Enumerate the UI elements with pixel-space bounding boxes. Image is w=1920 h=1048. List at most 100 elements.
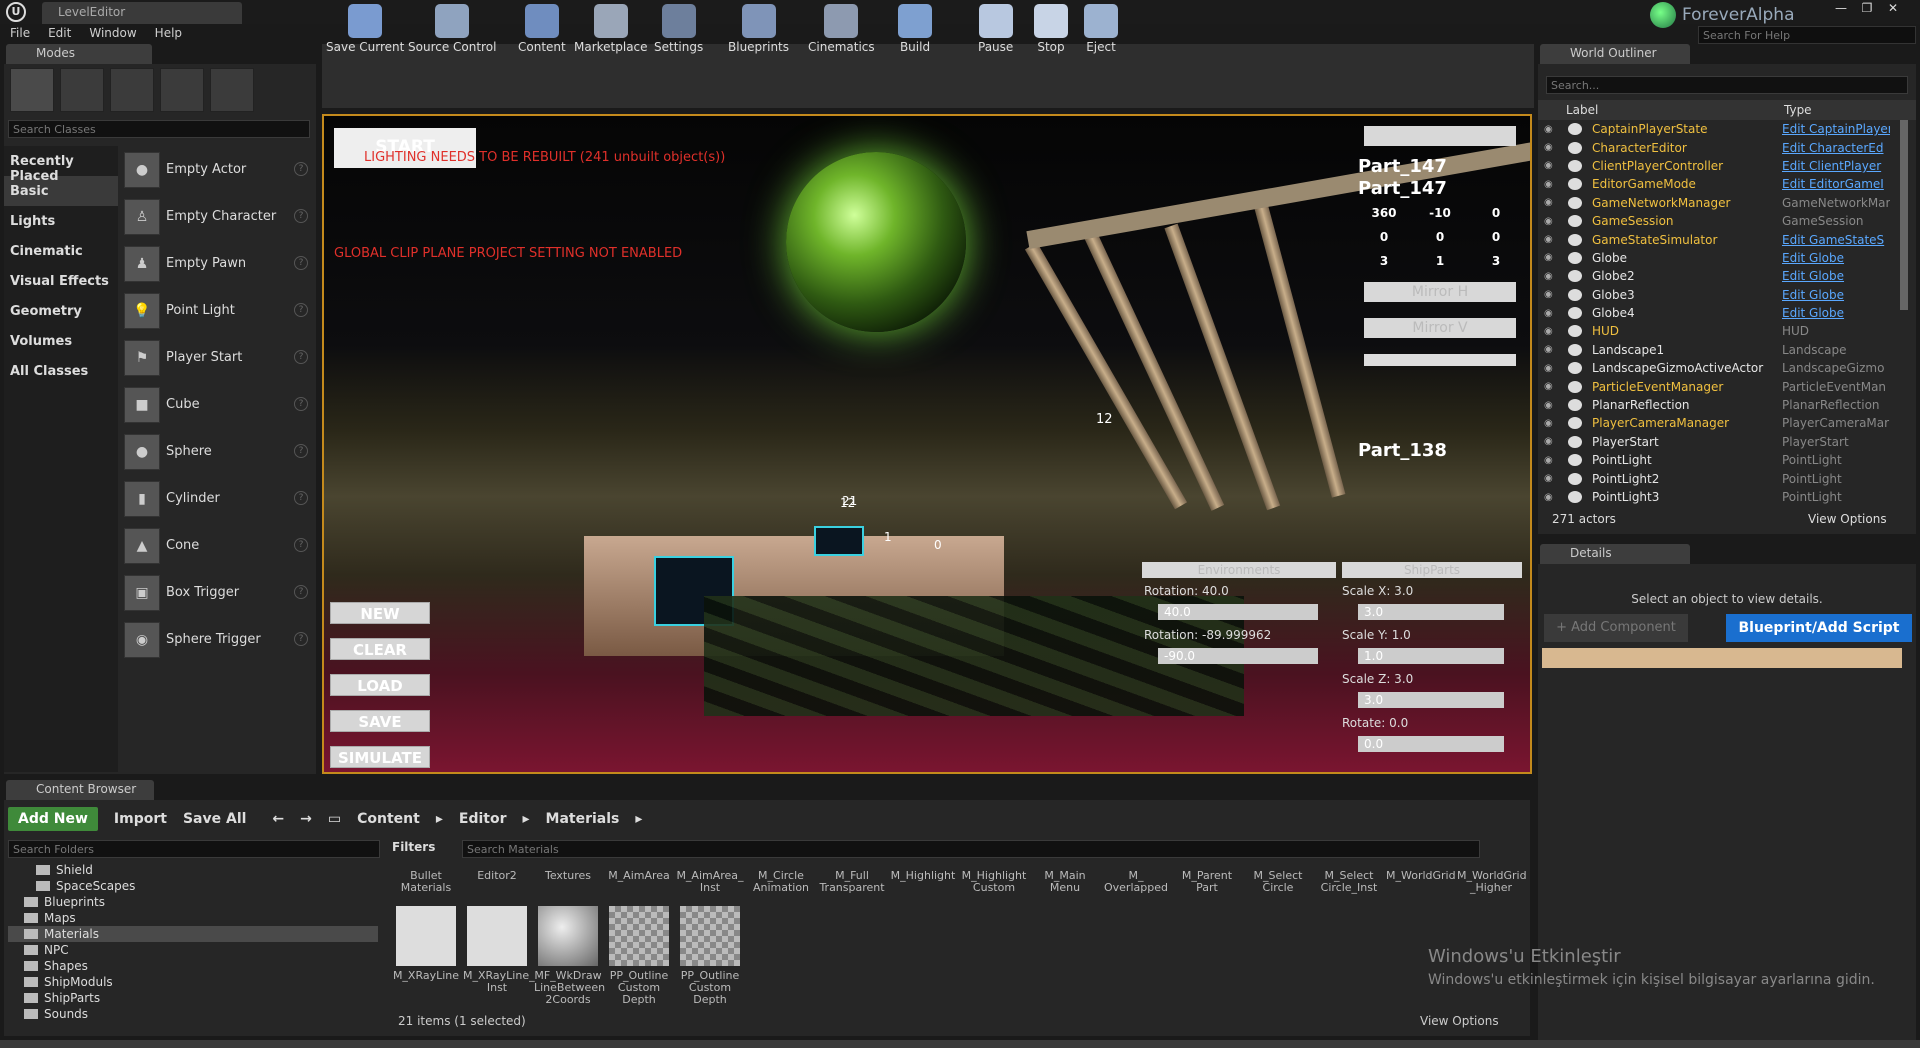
asset-label[interactable]: Editor2 xyxy=(463,870,531,882)
help-icon[interactable]: ? xyxy=(294,444,308,458)
outliner-row[interactable]: ◉ PointLight PointLight xyxy=(1538,451,1898,469)
asset-thumbnail[interactable] xyxy=(467,906,527,966)
load-button[interactable]: LOAD xyxy=(330,674,430,696)
label-column-header[interactable]: Label xyxy=(1538,100,1784,120)
cinematics-button[interactable]: Cinematics xyxy=(808,4,875,62)
actor-item[interactable]: ● Empty Actor? xyxy=(124,146,314,193)
outliner-search-input[interactable]: Search... xyxy=(1546,76,1908,94)
outliner-row-type[interactable]: Edit ClientPlayer xyxy=(1782,159,1890,173)
eye-icon[interactable]: ◉ xyxy=(1544,252,1560,263)
asset-thumbnail[interactable] xyxy=(538,906,598,966)
marketplace-button[interactable]: Marketplace xyxy=(574,4,648,62)
document-tab[interactable]: LevelEditor xyxy=(42,2,242,24)
help-icon[interactable]: ? xyxy=(294,585,308,599)
search-classes-input[interactable]: Search Classes xyxy=(8,120,310,138)
asset-thumbnail[interactable] xyxy=(680,906,740,966)
outliner-row[interactable]: ◉ ParticleEventManager ParticleEventMan xyxy=(1538,377,1898,395)
category-cinematic[interactable]: Cinematic xyxy=(4,236,118,266)
search-folders-input[interactable]: Search Folders xyxy=(8,840,380,858)
folder-item[interactable]: Shapes xyxy=(8,958,378,974)
outliner-row[interactable]: ◉ GameStateSimulator Edit GameStateS xyxy=(1538,230,1898,248)
outliner-row-type[interactable]: Edit CharacterEd xyxy=(1782,141,1890,155)
save-all-button[interactable]: Save All xyxy=(183,811,246,827)
rotate-field[interactable]: 0.0 xyxy=(1358,736,1504,752)
eye-icon[interactable]: ◉ xyxy=(1544,418,1560,429)
category-lights[interactable]: Lights xyxy=(4,206,118,236)
asset-label[interactable]: M_Full Transparent xyxy=(818,870,886,894)
dropdown[interactable] xyxy=(1364,354,1516,366)
asset-label[interactable]: M_AimArea_ Inst xyxy=(676,870,744,894)
environments-tab[interactable]: Environments xyxy=(1142,562,1336,578)
blueprints-button[interactable]: Blueprints xyxy=(728,4,789,62)
eye-icon[interactable]: ◉ xyxy=(1544,234,1560,245)
level-viewport[interactable]: START LIGHTING NEEDS TO BE REBUILT (241 … xyxy=(322,114,1532,774)
folder-item[interactable]: ShipParts xyxy=(8,990,378,1006)
folder-item[interactable]: Maps xyxy=(8,910,378,926)
path-materials[interactable]: Materials xyxy=(546,811,620,827)
outliner-row[interactable]: ◉ Globe3 Edit Globe xyxy=(1538,286,1898,304)
outliner-view-options[interactable]: View Options xyxy=(1808,512,1887,526)
asset-label[interactable]: M_Parent Part xyxy=(1173,870,1241,894)
actor-item[interactable]: ◉ Sphere Trigger? xyxy=(124,616,314,663)
simulate-button[interactable]: SIMULATE xyxy=(330,746,430,768)
path-content[interactable]: Content xyxy=(357,811,420,827)
actor-item[interactable]: ♙ Empty Character? xyxy=(124,193,314,240)
folder-item[interactable]: SpaceScapes xyxy=(8,878,378,894)
eye-icon[interactable]: ◉ xyxy=(1544,124,1560,135)
help-icon[interactable]: ? xyxy=(294,538,308,552)
eye-icon[interactable]: ◉ xyxy=(1544,179,1560,190)
eye-icon[interactable]: ◉ xyxy=(1544,455,1560,466)
build-button[interactable]: Build xyxy=(898,4,932,62)
folder-item[interactable]: ShipModuls xyxy=(8,974,378,990)
outliner-row-type[interactable]: Edit EditorGameI xyxy=(1782,177,1890,191)
actor-item[interactable]: ⚑ Player Start? xyxy=(124,334,314,381)
add-component-button[interactable]: + Add Component xyxy=(1544,614,1688,642)
eye-icon[interactable]: ◉ xyxy=(1544,308,1560,319)
outliner-row[interactable]: ◉ Globe4 Edit Globe xyxy=(1538,304,1898,322)
save-button[interactable]: SAVE xyxy=(330,710,430,732)
import-button[interactable]: Import xyxy=(114,811,167,827)
eye-icon[interactable]: ◉ xyxy=(1544,436,1560,447)
save-current-button[interactable]: Save Current xyxy=(326,4,404,62)
actor-item[interactable]: ▲ Cone? xyxy=(124,522,314,569)
scale-y-field[interactable]: 1.0 xyxy=(1358,648,1504,664)
help-icon[interactable]: ? xyxy=(294,162,308,176)
outliner-row-type[interactable]: Edit GameStateS xyxy=(1782,233,1890,247)
menu-window[interactable]: Window xyxy=(89,24,146,44)
eye-icon[interactable]: ◉ xyxy=(1544,160,1560,171)
category-geometry[interactable]: Geometry xyxy=(4,296,118,326)
pause-button[interactable]: Pause xyxy=(978,4,1013,62)
shipparts-tab[interactable]: ShipParts xyxy=(1342,562,1522,578)
folder-item[interactable]: Blueprints xyxy=(8,894,378,910)
eye-icon[interactable]: ◉ xyxy=(1544,271,1560,282)
close-window-button[interactable]: ✕ xyxy=(1882,0,1904,16)
outliner-row[interactable]: ◉ Globe Edit Globe xyxy=(1538,249,1898,267)
outliner-row[interactable]: ◉ ClientPlayerController Edit ClientPlayer xyxy=(1538,157,1898,175)
outliner-row[interactable]: ◉ PointLight3 PointLight xyxy=(1538,488,1898,506)
asset-label[interactable]: M_Highlight Custom xyxy=(960,870,1028,894)
type-column-header[interactable]: Type xyxy=(1784,100,1812,120)
outliner-row[interactable]: ◉ Globe2 Edit Globe xyxy=(1538,267,1898,285)
outliner-scrollbar[interactable] xyxy=(1900,120,1908,310)
mirror-v-button[interactable]: Mirror V xyxy=(1364,318,1516,338)
outliner-row[interactable]: ◉ GameNetworkManager GameNetworkMar xyxy=(1538,194,1898,212)
actor-item[interactable]: ♟ Empty Pawn? xyxy=(124,240,314,287)
eye-icon[interactable]: ◉ xyxy=(1544,216,1560,227)
outliner-row[interactable]: ◉ Landscape1 Landscape xyxy=(1538,341,1898,359)
scale-x-field[interactable]: 3.0 xyxy=(1358,604,1504,620)
eye-icon[interactable]: ◉ xyxy=(1544,344,1560,355)
help-icon[interactable]: ? xyxy=(294,303,308,317)
source-control-button[interactable]: Source Control xyxy=(408,4,496,62)
eye-icon[interactable]: ◉ xyxy=(1544,400,1560,411)
help-icon[interactable]: ? xyxy=(294,350,308,364)
content-button[interactable]: Content xyxy=(518,4,566,62)
mirror-h-button[interactable]: Mirror H xyxy=(1364,282,1516,302)
asset-label[interactable]: Bullet Materials xyxy=(392,870,460,894)
rotation1-field[interactable]: 40.0 xyxy=(1158,604,1318,620)
landscape-mode-icon[interactable] xyxy=(110,68,154,112)
help-icon[interactable]: ? xyxy=(294,209,308,223)
eye-icon[interactable]: ◉ xyxy=(1544,473,1560,484)
eject-button[interactable]: Eject xyxy=(1084,4,1118,62)
help-icon[interactable]: ? xyxy=(294,491,308,505)
place-mode-icon[interactable] xyxy=(10,68,54,112)
